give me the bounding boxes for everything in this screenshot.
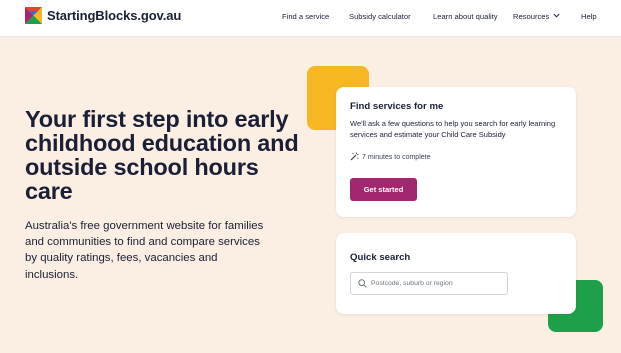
quick-search-title: Quick search [350,252,411,263]
nav-link-find-a-service[interactable]: Find a service [282,12,329,21]
get-started-button[interactable]: Get started [350,178,417,201]
nav-resources-label: Resources [513,12,550,21]
find-services-card: Find services for me We'll ask a few que… [336,87,576,217]
hero-description: Australia's free government website for … [25,220,264,281]
nav-link-learn-about-quality[interactable]: Learn about quality [433,12,498,21]
nav-link-help[interactable]: Help [581,12,597,21]
hero-headline: Your first step into early childhood edu… [25,106,299,204]
quick-search-card: Quick search [336,233,576,314]
time-estimate: 7 minutes to complete [350,152,430,161]
quick-search-field[interactable] [350,272,508,295]
search-icon [358,279,367,288]
find-services-description: We'll ask a few questions to help you se… [350,119,556,140]
time-estimate-label: 7 minutes to complete [362,154,431,161]
quick-search-input[interactable] [371,273,505,294]
nav-link-subsidy-calculator[interactable]: Subsidy calculator [349,12,411,21]
chevron-down-icon [553,13,560,18]
find-services-title: Find services for me [350,101,444,112]
top-navigation-bar: StartingBlocks.gov.au Find a service Sub… [0,0,621,37]
nav-menu-resources[interactable]: Resources [513,12,560,21]
startingblocks-logo-icon[interactable] [25,7,42,24]
magic-wand-icon [350,152,359,161]
brand-name[interactable]: StartingBlocks.gov.au [47,8,181,23]
